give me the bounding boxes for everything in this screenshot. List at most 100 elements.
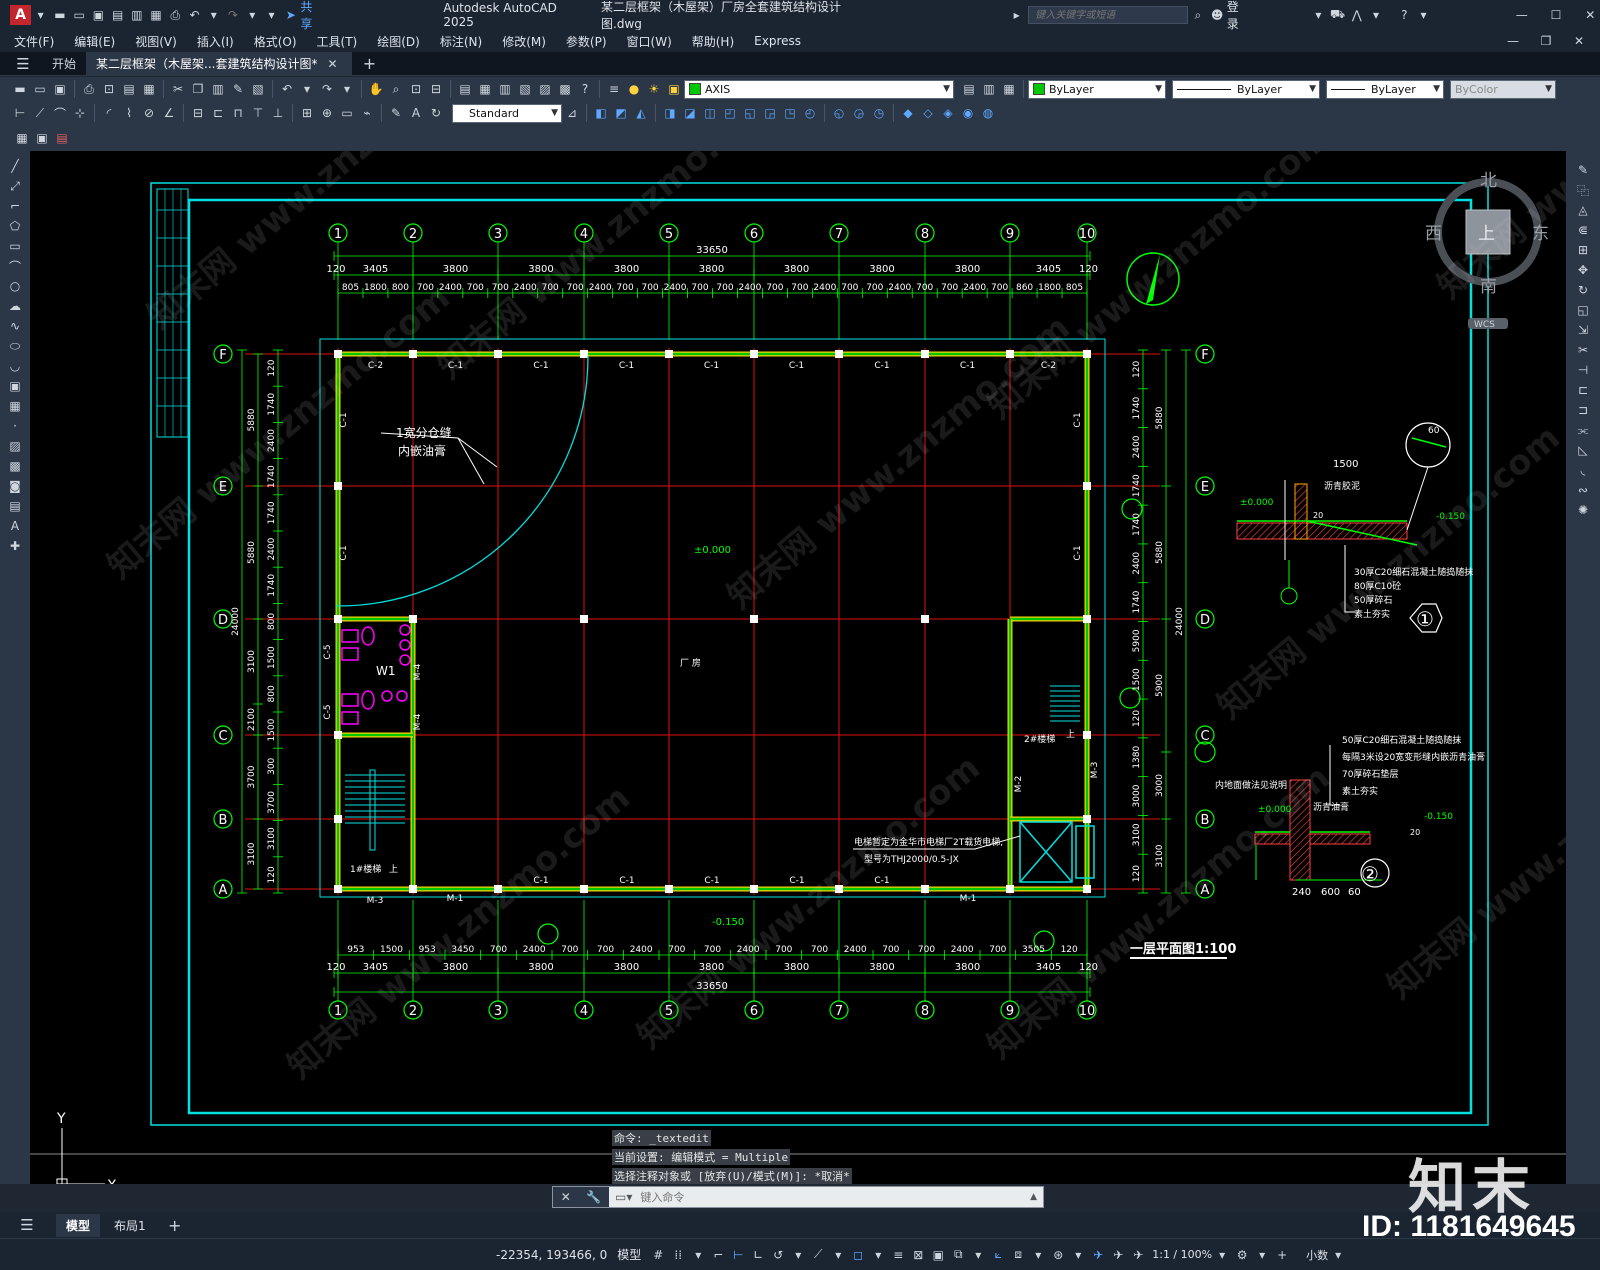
break-icon[interactable]: ⊐ [1574, 401, 1592, 419]
polar-icon[interactable]: ↺ [769, 1246, 787, 1264]
lineweight-icon[interactable]: ≡ [889, 1246, 907, 1264]
auto-scale-icon[interactable]: ✈ [1109, 1246, 1127, 1264]
gizmo-icon[interactable]: ⊛ [1049, 1246, 1067, 1264]
tab-close-icon[interactable]: ✕ [323, 55, 341, 73]
dim-ordinate-icon[interactable]: ⊹ [71, 104, 89, 122]
dim-jogged-icon[interactable]: ⌇ [120, 104, 138, 122]
units-label[interactable]: 小数 [1306, 1247, 1328, 1263]
add-layout-icon[interactable]: + [166, 1216, 184, 1235]
spline-icon[interactable]: ∿ [6, 317, 24, 335]
plot-icon[interactable]: ⎙ [167, 6, 184, 24]
fillet-icon[interactable]: ◟ [1574, 461, 1592, 479]
array-icon[interactable]: ⊞ [1574, 241, 1592, 259]
center-mark-icon[interactable]: ⊕ [318, 104, 336, 122]
units-chevron-icon[interactable]: ▾ [1329, 1246, 1347, 1264]
3d-osnap-chevron-icon[interactable]: ▾ [969, 1246, 987, 1264]
a360-chevron-icon[interactable]: ▾ [1367, 6, 1384, 24]
dim-angular-icon[interactable]: ∠ [160, 104, 178, 122]
qnew-icon[interactable]: ▬ [11, 80, 29, 98]
imprint-icon[interactable]: ◉ [959, 104, 977, 122]
line-icon[interactable]: ╱ [6, 157, 24, 175]
trim-icon[interactable]: ✂ [1574, 341, 1592, 359]
redo-chevron-icon[interactable]: ▾ [244, 6, 261, 24]
dim-linear-icon[interactable]: ⊢ [11, 104, 29, 122]
coordinate-readout[interactable]: -22354, 193466, 0 [496, 1248, 607, 1262]
transparency-icon[interactable]: ⊠ [909, 1246, 927, 1264]
arc-icon[interactable]: ⌒ [6, 257, 24, 275]
menu-window[interactable]: 窗口(W) [617, 33, 682, 50]
workspace-icon[interactable]: ⚙ [1233, 1246, 1251, 1264]
doc-close-icon[interactable]: ✕ [1570, 32, 1588, 50]
tolerance-icon[interactable]: ⊞ [298, 104, 316, 122]
color-dropdown[interactable]: ByLayer ▼ [1028, 79, 1166, 99]
jogged-linear-icon[interactable]: ⌁ [358, 104, 376, 122]
publish-icon[interactable]: ▤ [120, 80, 138, 98]
polyline-icon[interactable]: ⌐ [6, 197, 24, 215]
zoom-previous-icon[interactable]: ⊟ [427, 80, 445, 98]
tab-model[interactable]: 模型 [56, 1213, 101, 1237]
share-label[interactable]: 共享 [300, 0, 323, 32]
undo-icon[interactable]: ↶ [186, 6, 203, 24]
ellipse-icon[interactable]: ⬭ [6, 337, 24, 355]
circle-icon[interactable]: ○ [6, 277, 24, 295]
close-icon[interactable]: ✕ [1582, 6, 1599, 24]
section-icon[interactable]: ◇ [919, 104, 937, 122]
viewcube-north-label[interactable]: 北 [1480, 171, 1497, 191]
blockeditor-icon[interactable]: ▧ [249, 80, 267, 98]
cmdline-prompt-icon[interactable]: ▭▾ [615, 1190, 632, 1204]
selection-filter-chevron-icon[interactable]: ▾ [1029, 1246, 1047, 1264]
dim-diameter-icon[interactable]: ⊘ [140, 104, 158, 122]
viewcube-east-label[interactable]: 东 [1532, 224, 1549, 244]
tab-drawing[interactable]: 某二层框架（木屋架...套建筑结构设计图* ✕ [86, 51, 353, 76]
login-label[interactable]: 登录 [1227, 0, 1250, 32]
dim-edit-icon[interactable]: ✎ [387, 104, 405, 122]
join-icon[interactable]: ⫘ [1574, 421, 1592, 439]
web-save-icon[interactable]: ▦ [147, 6, 164, 24]
snap-icon[interactable]: ⁞⁞ [669, 1246, 687, 1264]
make-block-icon[interactable]: ▦ [6, 397, 24, 415]
layer-previous-icon[interactable]: ▥ [980, 80, 998, 98]
3drotate-icon[interactable]: ◶ [850, 104, 868, 122]
scale-icon[interactable]: ◱ [1574, 301, 1592, 319]
selection-filter-icon[interactable]: ⧈ [1009, 1246, 1027, 1264]
dim-aligned-icon[interactable]: ⟋ [31, 104, 49, 122]
model-space-button[interactable]: 模型 [617, 1246, 641, 1263]
pan-icon[interactable]: ✋ [367, 80, 385, 98]
3dprint-icon[interactable]: ▦ [140, 80, 158, 98]
layer-lock-icon[interactable]: ▣ [665, 80, 683, 98]
region-icon[interactable]: ◙ [6, 477, 24, 495]
dim-arc-icon[interactable]: ⌒ [51, 104, 69, 122]
blend-icon[interactable]: ∾ [1574, 481, 1592, 499]
tab-layout1[interactable]: 布局1 [100, 1214, 160, 1237]
menu-parametric[interactable]: 参数(P) [556, 33, 617, 50]
open-icon[interactable]: ▭ [71, 6, 88, 24]
redo-tb-chevron-icon[interactable]: ▾ [338, 80, 356, 98]
menu-draw[interactable]: 绘图(D) [367, 33, 430, 50]
linetype-dropdown[interactable]: ByLayer ▼ [1172, 79, 1320, 99]
designcenter-icon[interactable]: ▦ [476, 80, 494, 98]
rotate-icon[interactable]: ↻ [1574, 281, 1592, 299]
zoom-window-icon[interactable]: ⊡ [407, 80, 425, 98]
explode-icon[interactable]: ✺ [1574, 501, 1592, 519]
move-icon[interactable]: ✥ [1574, 261, 1592, 279]
matchprop-icon[interactable]: ✎ [229, 80, 247, 98]
menu-file[interactable]: 文件(F) [0, 33, 64, 50]
search-field[interactable] [1028, 6, 1189, 24]
dim-text-edit-icon[interactable]: A [407, 104, 425, 122]
menu-modify[interactable]: 修改(M) [492, 33, 556, 50]
mirror-icon[interactable]: ◬ [1574, 201, 1592, 219]
snap-chevron-icon[interactable]: ▾ [689, 1246, 707, 1264]
subtract-icon[interactable]: ◳ [781, 104, 799, 122]
save-file-icon[interactable]: ▣ [51, 80, 69, 98]
annotation-visibility-icon[interactable]: ✈ [1089, 1246, 1107, 1264]
table-icon[interactable]: ▤ [6, 497, 24, 515]
polygon-icon[interactable]: ⬠ [6, 217, 24, 235]
help-icon[interactable]: ? [1396, 6, 1413, 24]
copy-icon[interactable]: ❐ [189, 80, 207, 98]
user-icon[interactable]: ☻ [1209, 6, 1226, 24]
isodraft-chevron-icon[interactable]: ▾ [829, 1246, 847, 1264]
cut-icon[interactable]: ✂ [169, 80, 187, 98]
help-tb-icon[interactable]: ? [576, 80, 594, 98]
zoom-realtime-icon[interactable]: ⌕ [387, 80, 405, 98]
break-point-icon[interactable]: ⊏ [1574, 381, 1592, 399]
